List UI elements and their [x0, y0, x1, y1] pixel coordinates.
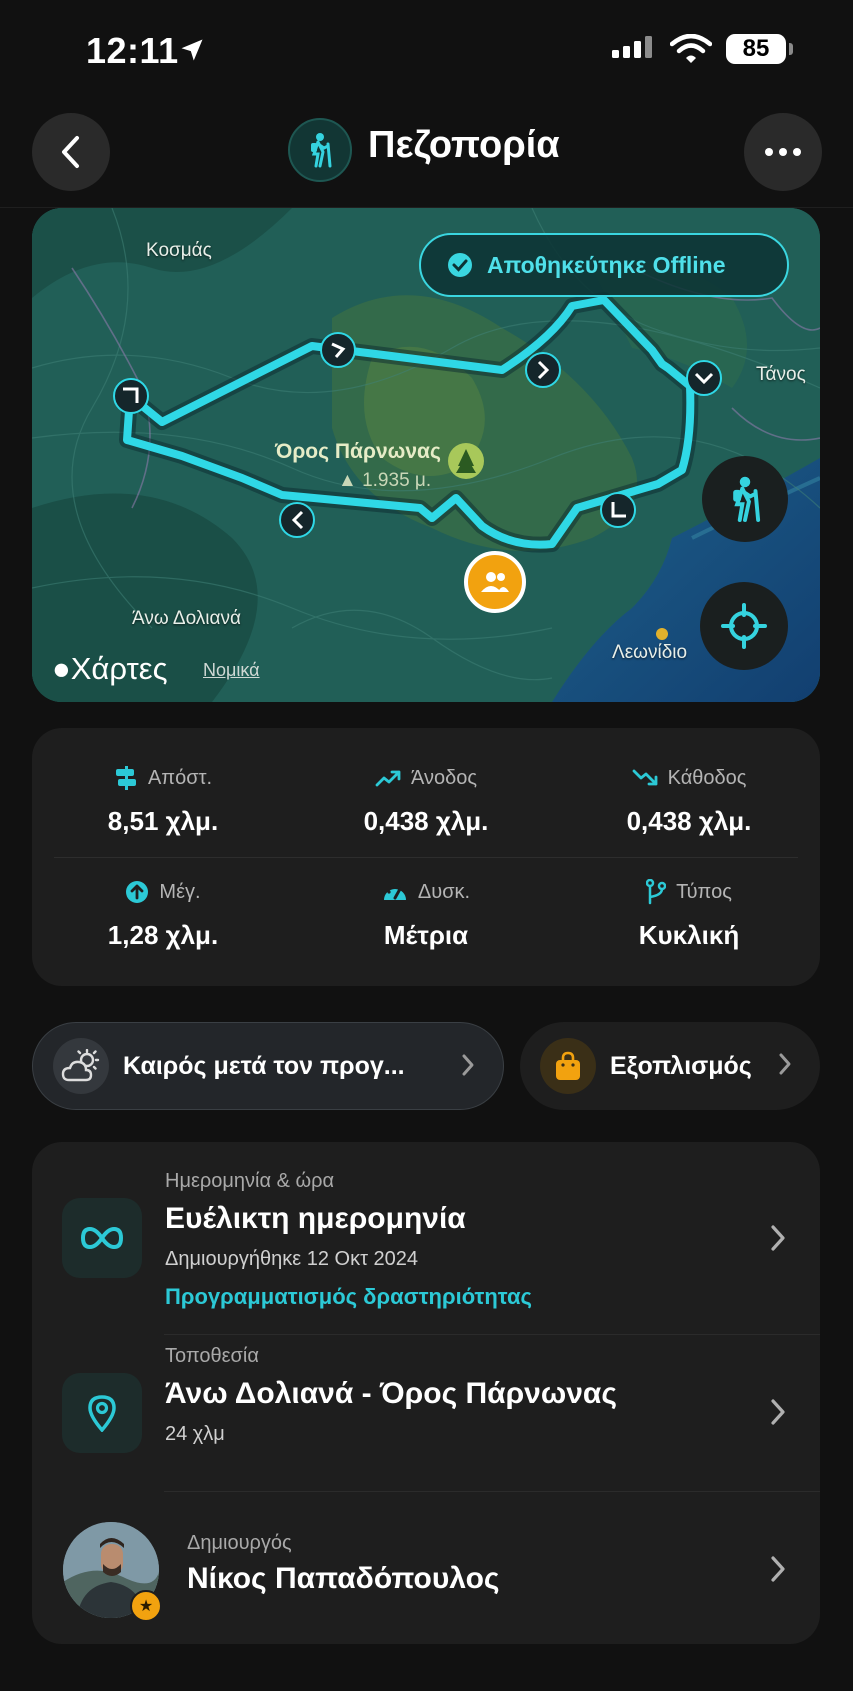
weather-button-label: Καιρός μετά τον προγ...	[123, 1051, 405, 1080]
trend-up-icon	[375, 770, 401, 787]
stat-label: Δυσκ.	[417, 880, 471, 903]
offline-saved-badge[interactable]: Αποθηκεύτηκε Offline	[419, 233, 789, 297]
location-distance: 24 χλμ	[165, 1423, 225, 1445]
group-icon	[481, 572, 509, 592]
stat-descent: Κάθοδος 0,438 χλμ.	[558, 764, 820, 837]
maps-legal-link[interactable]: Νομικά	[203, 660, 260, 681]
group-participants-marker[interactable]	[464, 551, 526, 613]
maps-brand: ●Χάρτες	[52, 651, 168, 687]
stat-value: 0,438 χλμ.	[626, 806, 752, 836]
location-arrow-icon	[181, 39, 203, 61]
stat-value: 0,438 χλμ.	[363, 806, 489, 836]
chevron-right-icon	[779, 1053, 791, 1075]
infinity-icon	[80, 1226, 124, 1250]
map-label-kosmas: Κοσμάς	[146, 240, 212, 261]
stat-value: 8,51 χλμ.	[107, 806, 219, 836]
stats-card: Απόστ. 8,51 χλμ. Άνοδος 0,438 χλμ. Κάθοδ…	[32, 728, 820, 986]
creator-name: Νίκος Παπαδόπουλος	[187, 1562, 500, 1595]
page-title: Πεζοπορία	[368, 124, 560, 166]
stat-label: Άνοδος	[410, 766, 477, 789]
equipment-button-label: Εξοπλισμός	[610, 1051, 752, 1080]
chevron-left-icon	[62, 136, 79, 168]
maps-brand-label: Χάρτες	[70, 651, 168, 686]
weather-icon-wrap	[53, 1038, 109, 1094]
cellular-signal-icon	[612, 36, 652, 58]
chevron-right-icon	[771, 1399, 785, 1425]
equipment-button[interactable]: Εξοπλισμός	[520, 1022, 820, 1110]
chevron-right-icon	[771, 1225, 785, 1251]
schedule-activity-link[interactable]: Προγραμματισμός δραστηριότητας	[165, 1284, 532, 1310]
battery-indicator: 85	[726, 34, 786, 64]
signpost-icon	[115, 766, 136, 790]
stat-label: Τύπος	[676, 880, 732, 903]
peak-elevation: ▲ 1.935 μ.	[338, 470, 432, 491]
creator-label: Δημιουργός	[187, 1532, 292, 1554]
hiker-icon	[288, 118, 352, 182]
stat-label: Μέγ.	[159, 880, 201, 903]
stat-difficulty: Δυσκ. Μέτρια	[295, 878, 557, 951]
stats-divider	[54, 857, 798, 858]
stat-label: Κάθοδος	[667, 766, 747, 789]
chevron-right-icon	[462, 1054, 474, 1076]
offline-badge-label: Αποθηκεύτηκε Offline	[487, 251, 726, 278]
location-label: Τοποθεσία	[165, 1345, 259, 1367]
trend-down-icon	[632, 769, 657, 786]
more-options-button[interactable]	[744, 113, 822, 191]
map-label-ano-doliana: Άνω Δολιανά	[132, 608, 241, 629]
hiking-mode-button[interactable]	[702, 456, 788, 542]
weather-button[interactable]: Καιρός μετά τον προγ...	[32, 1022, 504, 1110]
shopping-bag-icon	[556, 1051, 580, 1080]
date-title: Ευέλικτη ημερομηνία	[165, 1202, 466, 1235]
hiker-icon	[733, 476, 761, 522]
map-label-leonidio: Λεωνίδιο	[612, 642, 688, 663]
location-title: Άνω Δολιανά - Όρος Πάρνωνας	[165, 1377, 617, 1410]
route-map[interactable]: Κοσμάς Τάνος Άνω Δολιανά Λεωνίδιο Όρος Π…	[32, 208, 820, 702]
stat-value: Κυκλική	[638, 920, 740, 950]
branch-icon	[646, 879, 667, 905]
arrow-up-circle-icon	[126, 881, 149, 903]
battery-tip	[789, 43, 793, 55]
date-label: Ημερομηνία & ώρα	[165, 1170, 335, 1192]
ellipsis-icon	[765, 148, 801, 156]
infinity-icon-wrap	[62, 1198, 142, 1278]
partly-cloudy-icon	[61, 1049, 100, 1082]
location-pin-icon	[88, 1395, 116, 1432]
equipment-icon-wrap	[540, 1038, 596, 1094]
recenter-location-button[interactable]	[700, 582, 788, 670]
stat-value: Μέτρια	[383, 920, 469, 950]
chevron-right-icon	[771, 1556, 785, 1582]
apple-logo-icon: ●	[52, 651, 71, 686]
status-time: 12:11	[86, 30, 179, 71]
date-created: Δημιουργήθηκε 12 Οκτ 2024	[165, 1248, 419, 1270]
peak-name: Όρος Πάρνωνας	[275, 440, 441, 463]
stat-distance: Απόστ. 8,51 χλμ.	[32, 764, 294, 837]
stat-value: 1,28 χλμ.	[107, 920, 219, 950]
star-badge-icon: ★	[130, 1590, 162, 1622]
stat-ascent: Άνοδος 0,438 χλμ.	[295, 764, 557, 837]
location-pin-icon-wrap	[62, 1373, 142, 1453]
date-row[interactable]: Ημερομηνία & ώρα Ευέλικτη ημερομηνία Δημ…	[32, 1142, 820, 1334]
details-card: Ημερομηνία & ώρα Ευέλικτη ημερομηνία Δημ…	[32, 1142, 820, 1644]
stat-type: Τύπος Κυκλική	[558, 878, 820, 951]
wifi-icon	[670, 34, 712, 63]
check-circle-icon	[448, 253, 472, 277]
location-row[interactable]: Τοποθεσία Άνω Δολιανά - Όρος Πάρνωνας 24…	[32, 1335, 820, 1491]
crosshair-icon	[721, 603, 767, 649]
status-bar: 12:11 85	[0, 0, 853, 100]
stat-label: Απόστ.	[147, 766, 213, 789]
stat-max-elevation: Μέγ. 1,28 χλμ.	[32, 878, 294, 951]
back-button[interactable]	[32, 113, 110, 191]
gauge-icon	[383, 885, 406, 900]
map-label-tanos: Τάνος	[756, 364, 806, 385]
